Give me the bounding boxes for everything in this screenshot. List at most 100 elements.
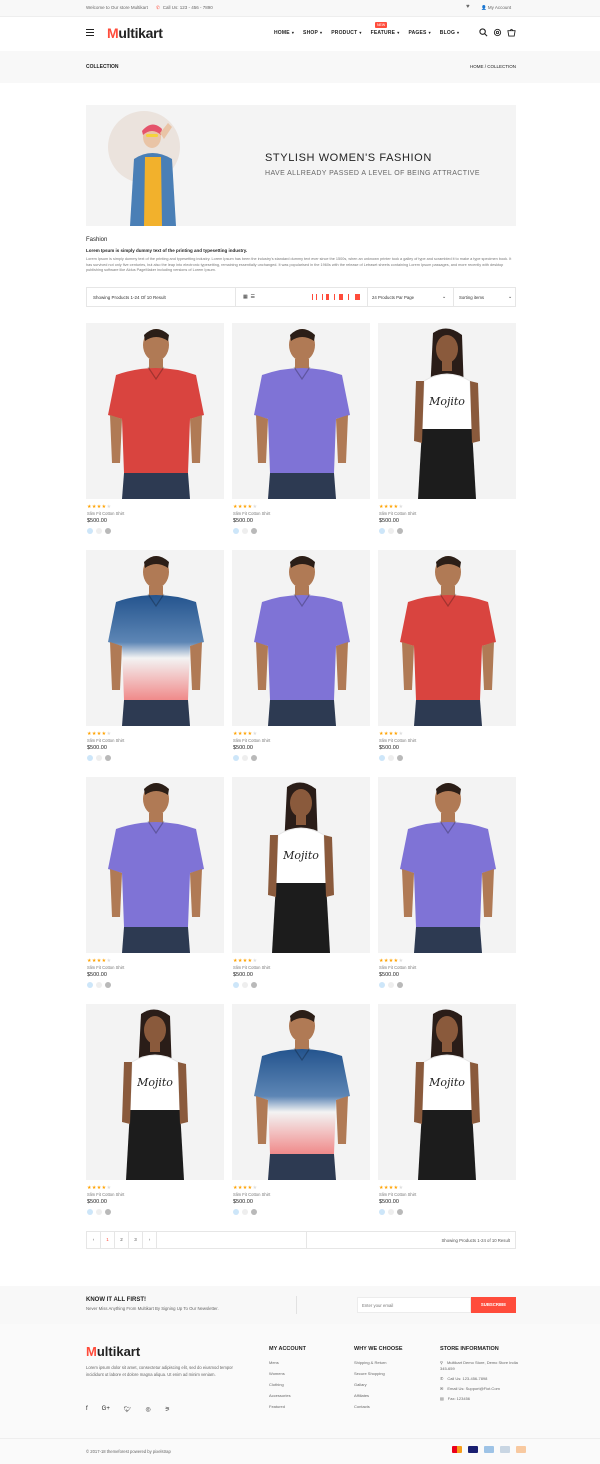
- color-swatch[interactable]: [397, 528, 403, 534]
- next-page-button[interactable]: ›: [143, 1232, 157, 1248]
- product-card[interactable]: Mojito ★★★★★ Slim Fit Cotton Shirt $500.00: [378, 1004, 516, 1231]
- color-swatch[interactable]: [251, 982, 257, 988]
- product-image[interactable]: Mojito: [378, 1004, 516, 1180]
- breadcrumb-path[interactable]: HOME / COLLECTION: [470, 64, 516, 69]
- footer-logo[interactable]: Multikart: [86, 1344, 140, 1359]
- color-swatch[interactable]: [397, 1209, 403, 1215]
- color-swatch[interactable]: [87, 1209, 93, 1215]
- color-swatch[interactable]: [242, 982, 248, 988]
- cart-icon[interactable]: [507, 28, 516, 39]
- collection-banner[interactable]: STYLISH WOMEN'S FASHION HAVE ALLREADY PA…: [86, 105, 516, 226]
- color-swatch[interactable]: [105, 982, 111, 988]
- twitter-icon[interactable]: 🐦︎: [124, 1406, 132, 1413]
- color-swatch[interactable]: [105, 755, 111, 761]
- page-2-button[interactable]: 2: [115, 1232, 129, 1248]
- color-swatch[interactable]: [87, 982, 93, 988]
- color-swatch[interactable]: [388, 528, 394, 534]
- footer-link-mens[interactable]: Mens: [269, 1360, 306, 1365]
- product-image[interactable]: Mojito: [232, 777, 370, 953]
- footer-link-gallary[interactable]: Gallary: [354, 1382, 403, 1387]
- color-swatch[interactable]: [242, 755, 248, 761]
- product-name[interactable]: Slim Fit Cotton Shirt: [233, 965, 270, 970]
- hamburger-menu-icon[interactable]: [86, 29, 94, 37]
- product-name[interactable]: Slim Fit Cotton Shirt: [379, 1192, 416, 1197]
- product-image[interactable]: Mojito: [86, 1004, 224, 1180]
- list-view-icon[interactable]: ☰: [251, 294, 255, 300]
- google-plus-icon[interactable]: G+: [102, 1406, 110, 1413]
- layout-2-icon[interactable]: [312, 294, 317, 300]
- product-name[interactable]: Slim Fit Cotton Shirt: [87, 511, 124, 516]
- product-name[interactable]: Slim Fit Cotton Shirt: [233, 511, 270, 516]
- product-card[interactable]: Mojito ★★★★★ Slim Fit Cotton Shirt $500.00: [378, 323, 516, 550]
- color-swatch[interactable]: [233, 528, 239, 534]
- color-swatch[interactable]: [105, 528, 111, 534]
- product-image[interactable]: [232, 323, 370, 499]
- product-name[interactable]: Slim Fit Cotton Shirt: [87, 965, 124, 970]
- product-image[interactable]: [232, 550, 370, 726]
- product-card[interactable]: ★★★★★ Slim Fit Cotton Shirt $500.00: [378, 550, 516, 777]
- color-swatch[interactable]: [233, 755, 239, 761]
- grid-view-icon[interactable]: ▦: [243, 294, 248, 300]
- color-swatch[interactable]: [379, 755, 385, 761]
- footer-link-clothing[interactable]: Clothing: [269, 1382, 306, 1387]
- color-swatch[interactable]: [397, 982, 403, 988]
- product-image[interactable]: [86, 550, 224, 726]
- product-card[interactable]: Mojito ★★★★★ Slim Fit Cotton Shirt $500.00: [232, 777, 370, 1004]
- nav-feature[interactable]: FEATURE ▾: [371, 30, 400, 36]
- footer-link-secure[interactable]: Secure Shopping: [354, 1371, 403, 1376]
- product-name[interactable]: Slim Fit Cotton Shirt: [379, 965, 416, 970]
- settings-gear-icon[interactable]: [493, 28, 502, 39]
- product-image[interactable]: [86, 323, 224, 499]
- per-page-select[interactable]: 24 Products Par Page: [372, 295, 414, 300]
- color-swatch[interactable]: [388, 1209, 394, 1215]
- wishlist-heart-icon[interactable]: ♥: [466, 4, 470, 10]
- product-card[interactable]: ★★★★★ Slim Fit Cotton Shirt $500.00: [378, 777, 516, 1004]
- color-swatch[interactable]: [379, 982, 385, 988]
- product-name[interactable]: Slim Fit Cotton Shirt: [379, 511, 416, 516]
- product-card[interactable]: ★★★★★ Slim Fit Cotton Shirt $500.00: [232, 550, 370, 777]
- color-swatch[interactable]: [96, 1209, 102, 1215]
- color-swatch[interactable]: [96, 755, 102, 761]
- product-image[interactable]: [378, 550, 516, 726]
- newsletter-email-input[interactable]: Enter your email: [357, 1297, 471, 1313]
- site-logo[interactable]: Multikart: [107, 25, 163, 41]
- color-swatch[interactable]: [96, 528, 102, 534]
- layout-4-icon[interactable]: [334, 294, 343, 300]
- nav-shop[interactable]: SHOP ▾: [303, 30, 322, 36]
- product-card[interactable]: ★★★★★ Slim Fit Cotton Shirt $500.00: [232, 1004, 370, 1231]
- product-name[interactable]: Slim Fit Cotton Shirt: [233, 738, 270, 743]
- product-name[interactable]: Slim Fit Cotton Shirt: [233, 1192, 270, 1197]
- product-name[interactable]: Slim Fit Cotton Shirt: [379, 738, 416, 743]
- product-image[interactable]: Mojito: [378, 323, 516, 499]
- nav-home[interactable]: HOME ▾: [274, 30, 294, 36]
- color-swatch[interactable]: [379, 1209, 385, 1215]
- color-swatch[interactable]: [379, 528, 385, 534]
- footer-link-shipping[interactable]: Shipping & Return: [354, 1360, 403, 1365]
- product-name[interactable]: Slim Fit Cotton Shirt: [87, 1192, 124, 1197]
- color-swatch[interactable]: [87, 528, 93, 534]
- instagram-icon[interactable]: ◎: [145, 1406, 150, 1413]
- color-swatch[interactable]: [251, 1209, 257, 1215]
- footer-link-contacts[interactable]: Contacts: [354, 1404, 403, 1409]
- color-swatch[interactable]: [233, 982, 239, 988]
- rss-icon[interactable]: ⚞: [165, 1406, 170, 1413]
- sorting-select[interactable]: Sorting items: [459, 295, 484, 300]
- product-image[interactable]: [378, 777, 516, 953]
- nav-blog[interactable]: BLOG ▾: [440, 30, 459, 36]
- product-card[interactable]: ★★★★★ Slim Fit Cotton Shirt $500.00: [86, 777, 224, 1004]
- my-account-link[interactable]: 👤 My Account: [481, 5, 511, 11]
- search-icon[interactable]: [479, 28, 488, 39]
- color-swatch[interactable]: [242, 528, 248, 534]
- product-card[interactable]: Mojito ★★★★★ Slim Fit Cotton Shirt $500.00: [86, 1004, 224, 1231]
- subscribe-button[interactable]: SUBSCRIBE: [471, 1297, 516, 1313]
- product-card[interactable]: ★★★★★ Slim Fit Cotton Shirt $500.00: [86, 550, 224, 777]
- product-image[interactable]: [232, 1004, 370, 1180]
- color-swatch[interactable]: [388, 755, 394, 761]
- color-swatch[interactable]: [251, 755, 257, 761]
- layout-6-icon[interactable]: [348, 294, 360, 300]
- color-swatch[interactable]: [397, 755, 403, 761]
- footer-link-affiliates[interactable]: Affiliates: [354, 1393, 403, 1398]
- product-name[interactable]: Slim Fit Cotton Shirt: [87, 738, 124, 743]
- nav-product[interactable]: PRODUCT ▾: [331, 30, 361, 36]
- color-swatch[interactable]: [242, 1209, 248, 1215]
